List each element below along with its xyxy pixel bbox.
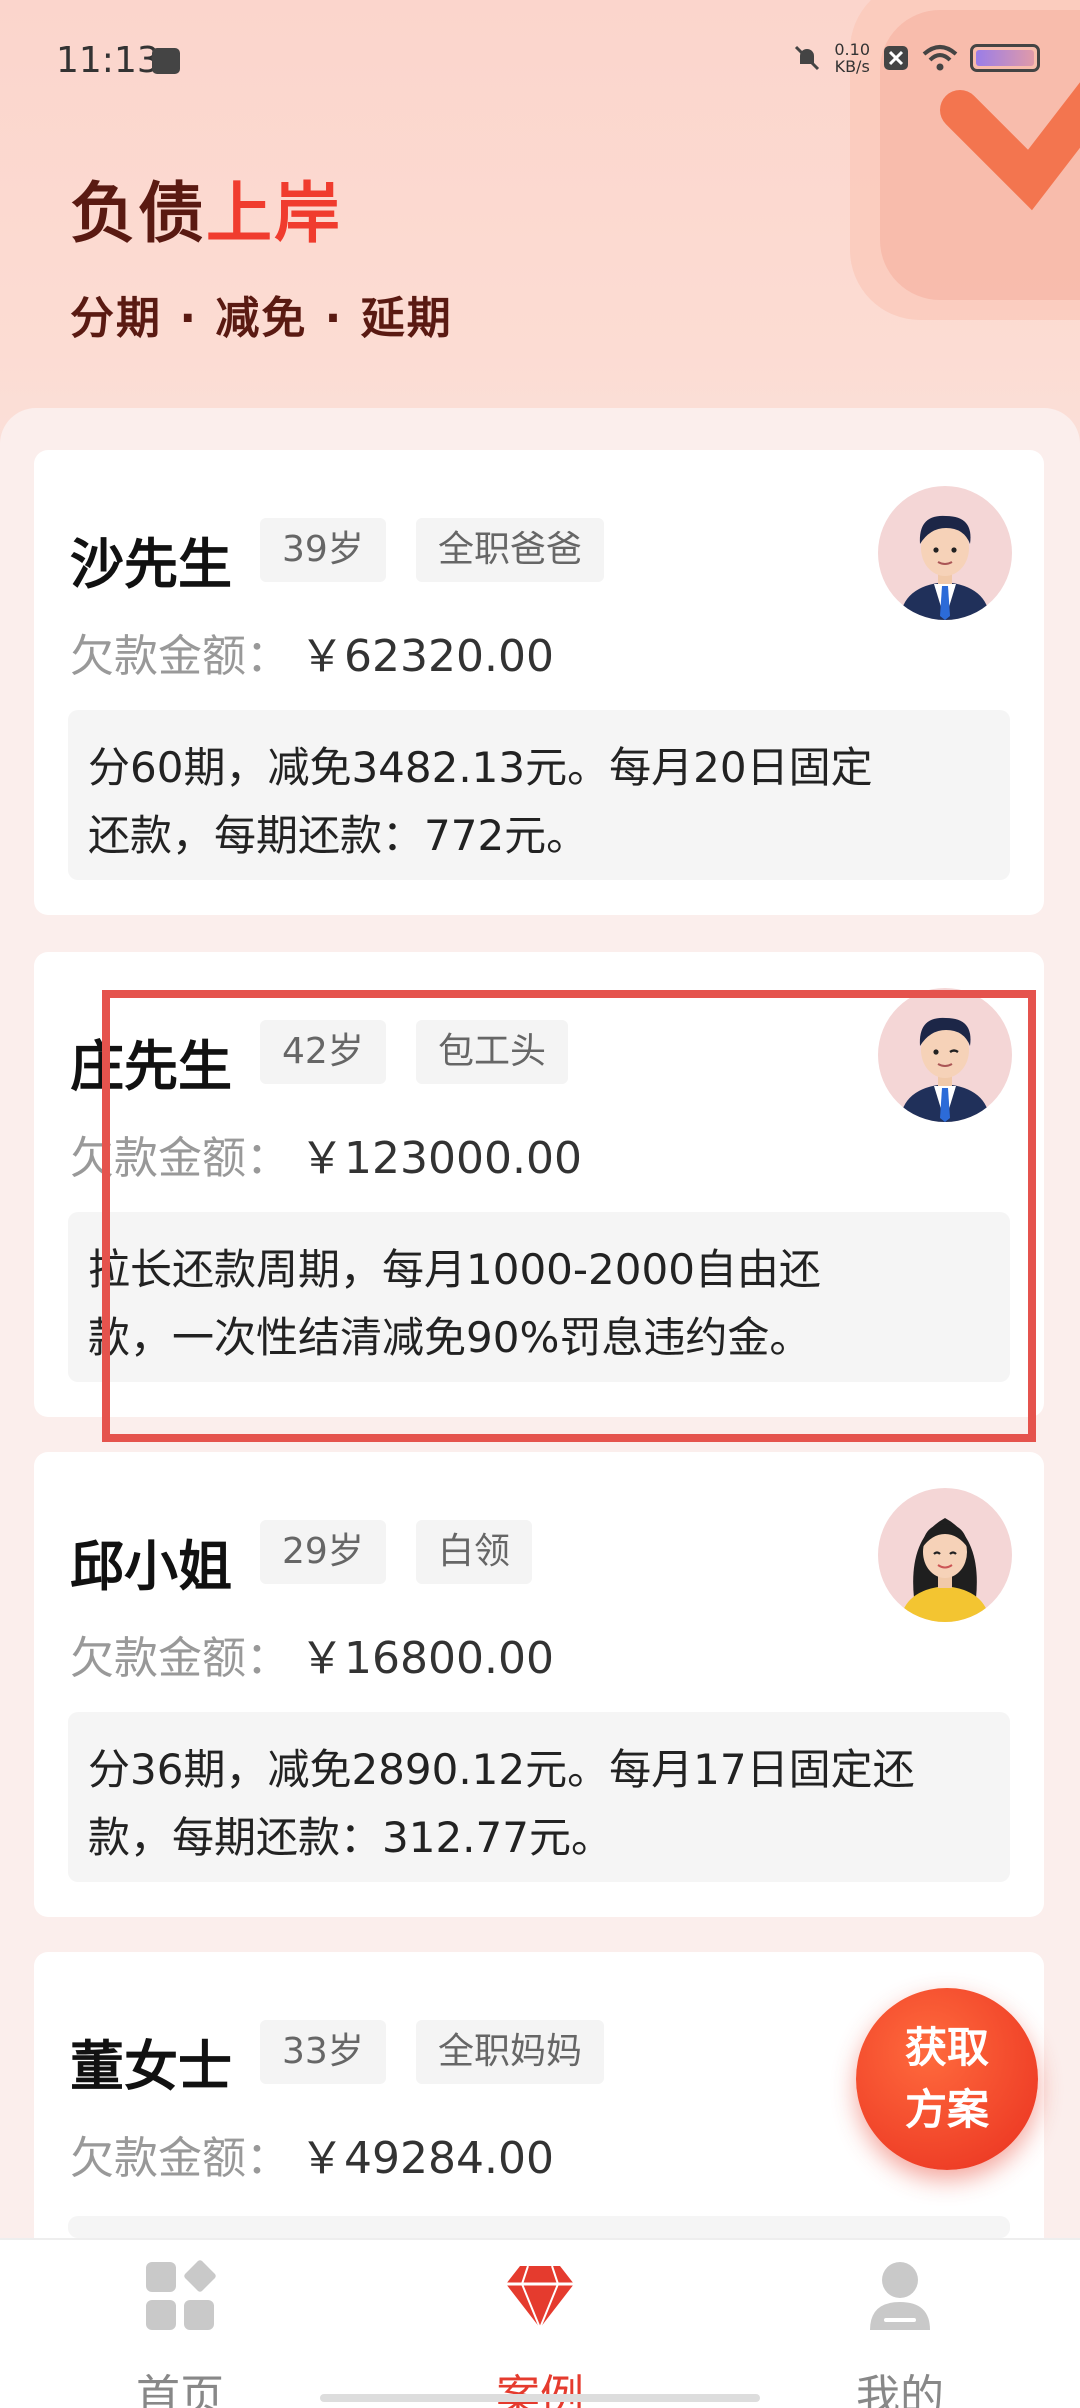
debt-amount: ￥123000.00 (300, 1133, 582, 1184)
debt-amount: ￥62320.00 (300, 631, 554, 682)
client-name: 董女士 (70, 2035, 232, 2098)
fab-label-line: 获取 (904, 2023, 989, 2072)
role-tag: 全职妈妈 (416, 2020, 605, 2084)
mute-bell-icon (795, 45, 820, 71)
home-grid-icon (146, 2260, 216, 2330)
tab-home[interactable]: 首页 (80, 2258, 280, 2408)
status-time: 11:13 (56, 40, 160, 81)
debt-amount-row: 欠款金额： ￥49284.00 (70, 2122, 554, 2186)
title-part-accent: 上岸 (206, 175, 342, 252)
age-tag: 29岁 (260, 1520, 386, 1584)
wifi-icon (922, 45, 958, 71)
diamond-icon (506, 2265, 574, 2331)
tab-mine[interactable]: 我的 (800, 2258, 1000, 2408)
plan-line: 还款，每期还款：772元。 (88, 811, 589, 860)
network-speed: 0.10 KB/s (834, 41, 870, 75)
debt-amount: ￥16800.00 (300, 1633, 554, 1684)
title-part-dark: 负债 (70, 175, 206, 252)
tab-cases[interactable]: 案例 (440, 2258, 640, 2408)
page-subtitle: 分期 · 减免 · 延期 (70, 293, 453, 344)
tab-label: 我的 (856, 2371, 944, 2408)
client-name: 沙先生 (70, 533, 232, 596)
person-icon (870, 2262, 930, 2330)
get-plan-button[interactable]: 获取 方案 (856, 1988, 1038, 2170)
debt-label: 欠款金额： (70, 1633, 290, 1684)
age-tag: 42岁 (260, 1020, 386, 1084)
plan-line: 款，一次性结清减免90%罚息违约金。 (88, 1313, 812, 1362)
client-name: 邱小姐 (70, 1535, 232, 1598)
female-avatar-icon (878, 1488, 1012, 1622)
speed-value: 0.10 (834, 40, 870, 59)
page-title: 负债上岸 (70, 160, 342, 256)
status-icons: 0.10 KB/s (792, 38, 1040, 78)
speed-unit: KB/s (834, 57, 870, 76)
fab-label-line: 方案 (904, 2085, 989, 2134)
plan-line: 分60期，减免3482.13元。每月20日固定 (88, 743, 873, 792)
debt-amount: ￥49284.00 (300, 2133, 554, 2184)
age-tag: 39岁 (260, 518, 386, 582)
client-name: 庄先生 (70, 1035, 232, 1098)
repayment-plan: 拉长还款周期，每月1000-2000自由还 款，一次性结清减免90%罚息违约金。 (68, 1212, 1010, 1382)
repayment-plan (68, 2216, 1010, 2238)
male-avatar-icon (878, 486, 1012, 620)
role-tag: 全职爸爸 (416, 518, 605, 582)
plan-line: 分36期，减免2890.12元。每月17日固定还 (88, 1745, 915, 1794)
tab-label: 首页 (136, 2371, 224, 2408)
home-indicator[interactable] (320, 2394, 760, 2402)
debt-label: 欠款金额： (70, 1133, 290, 1184)
male-avatar-icon (878, 988, 1012, 1122)
case-card[interactable]: 沙先生 39岁 全职爸爸 欠款金额： ￥62320.00 分60期，减免3482.… (34, 450, 1044, 915)
debt-amount-row: 欠款金额： ￥123000.00 (70, 1122, 582, 1186)
message-notification-icon (152, 48, 180, 74)
debt-label: 欠款金额： (70, 631, 290, 682)
role-tag: 包工头 (416, 1020, 569, 1084)
plan-line: 拉长还款周期，每月1000-2000自由还 (88, 1245, 821, 1294)
plan-line: 款，每期还款：312.77元。 (88, 1813, 613, 1862)
status-bar: 11:13 0.10 KB/s (0, 0, 1080, 120)
case-card[interactable]: 庄先生 42岁 包工头 欠款金额： ￥123000.00 拉长还款周期，每月100… (34, 952, 1044, 1417)
debt-amount-row: 欠款金额： ￥62320.00 (70, 620, 554, 684)
case-card[interactable]: 邱小姐 29岁 白领 欠款金额： ￥16800.00 分36期，减免2890.12… (34, 1452, 1044, 1917)
repayment-plan: 分36期，减免2890.12元。每月17日固定还 款，每期还款：312.77元。 (68, 1712, 1010, 1882)
battery-icon (970, 44, 1040, 72)
repayment-plan: 分60期，减免3482.13元。每月20日固定 还款，每期还款：772元。 (68, 710, 1010, 880)
age-tag: 33岁 (260, 2020, 386, 2084)
role-tag: 白领 (416, 1520, 533, 1584)
sim-off-icon (884, 46, 908, 70)
bottom-tab-bar: 首页 案例 我的 (0, 2238, 1080, 2408)
debt-label: 欠款金额： (70, 2133, 290, 2184)
debt-amount-row: 欠款金额： ￥16800.00 (70, 1622, 554, 1686)
